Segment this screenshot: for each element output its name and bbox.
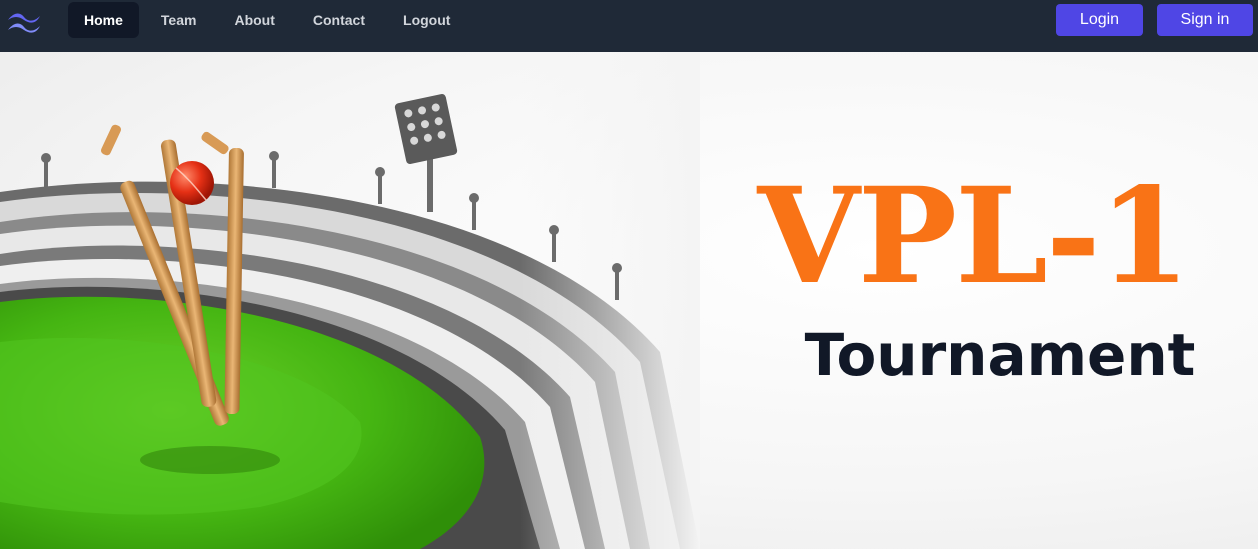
cricket-stadium-illustration bbox=[0, 52, 700, 549]
signin-button[interactable]: Sign in bbox=[1157, 4, 1253, 36]
nav-team[interactable]: Team bbox=[145, 2, 213, 38]
nav-links: Home Team About Contact Logout bbox=[68, 2, 472, 38]
nav-contact[interactable]: Contact bbox=[297, 2, 381, 38]
navbar: Home Team About Contact Logout Login Sig… bbox=[0, 0, 1258, 52]
login-button[interactable]: Login bbox=[1056, 4, 1143, 36]
logo-icon[interactable] bbox=[4, 8, 44, 36]
hero-subtitle: Tournament bbox=[804, 321, 1196, 389]
nav-logout[interactable]: Logout bbox=[387, 2, 466, 38]
nav-home[interactable]: Home bbox=[68, 2, 139, 38]
hero-title: VPL-1 bbox=[757, 159, 1190, 314]
nav-about[interactable]: About bbox=[218, 2, 290, 38]
hero-section: VPL-1 Tournament bbox=[0, 52, 1258, 549]
